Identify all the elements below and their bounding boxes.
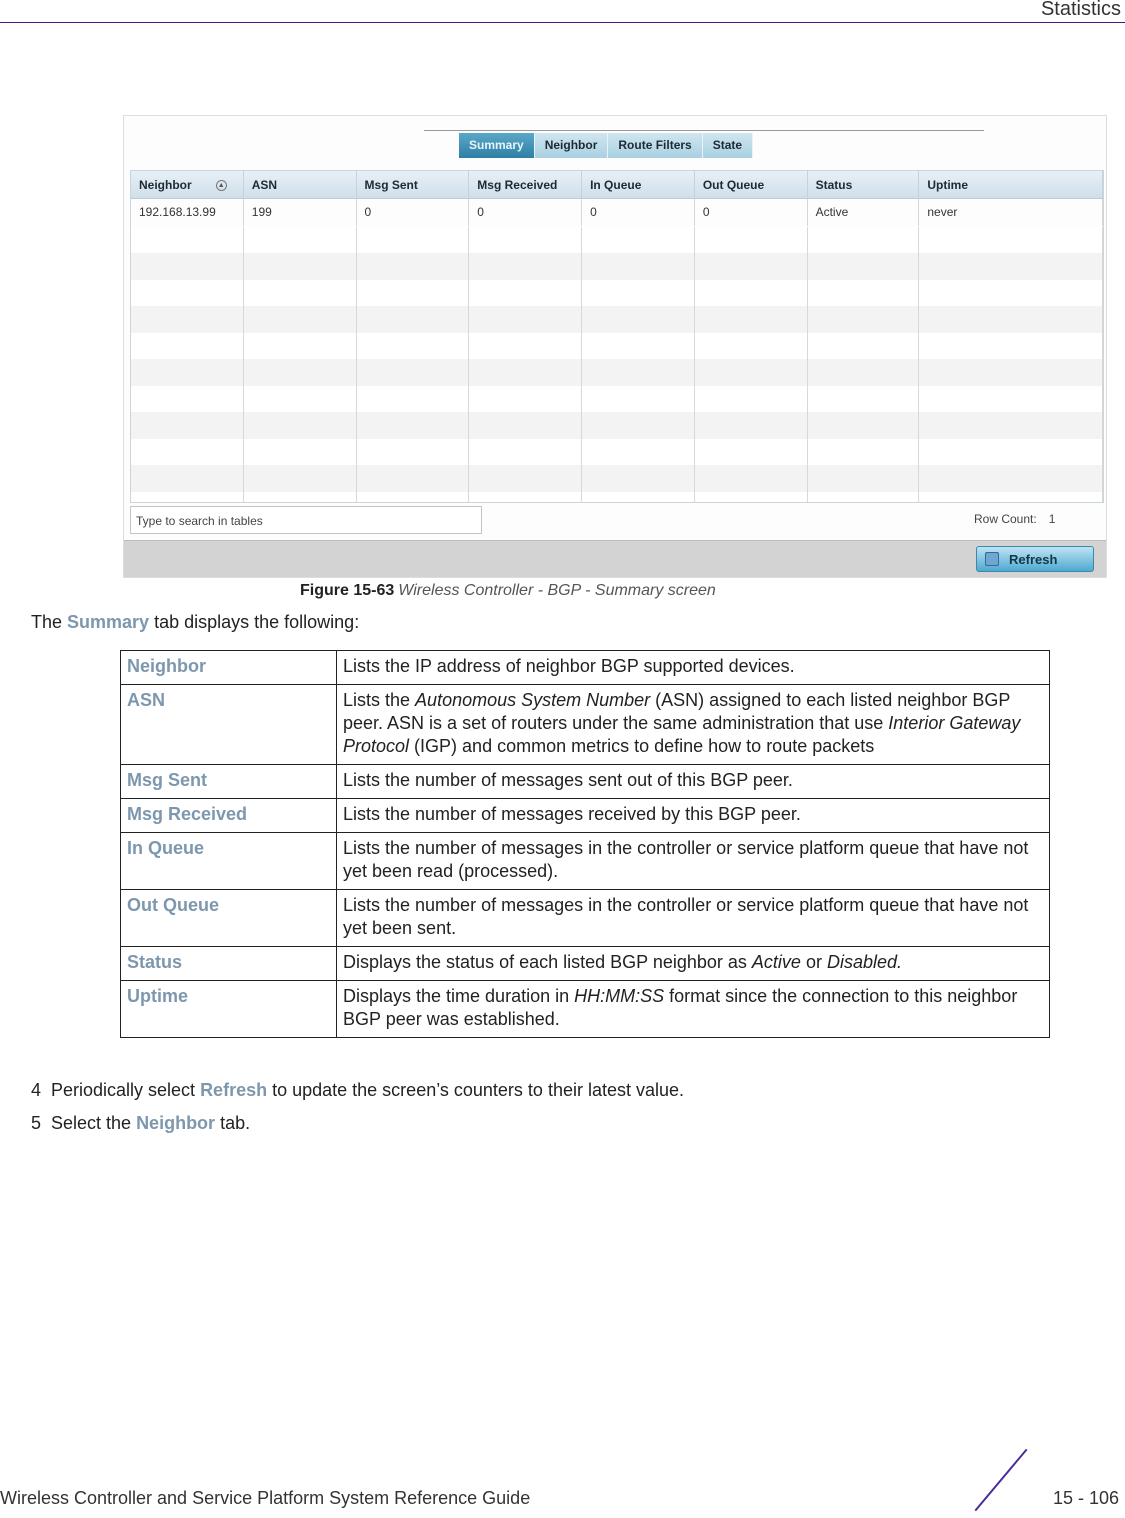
description-row: Status Displays the status of each liste… [120, 946, 1050, 981]
footer-slash-decoration [974, 1448, 1028, 1512]
description-row: Out Queue Lists the number of messages i… [120, 889, 1050, 947]
refresh-icon [985, 552, 999, 566]
summary-highlight: Summary [67, 612, 150, 632]
column-header-msg-received[interactable]: Msg Received [469, 171, 583, 198]
table-body-background [131, 227, 1103, 502]
tab-state[interactable]: State [702, 133, 754, 158]
cell-uptime: never [919, 199, 1103, 226]
term: Out Queue [120, 889, 337, 947]
term: ASN [120, 684, 337, 765]
row-count-label: Row Count: [974, 512, 1037, 526]
definition: Lists the number of messages in the cont… [336, 832, 1050, 890]
tab-neighbor[interactable]: Neighbor [534, 133, 609, 158]
definition: Lists the number of messages in the cont… [336, 889, 1050, 947]
page-number: 15 - 106 [1052, 1488, 1119, 1508]
header-divider [0, 22, 1125, 23]
cell-neighbor: 192.168.13.99 [131, 199, 244, 226]
row-count-value: 1 [1048, 512, 1056, 526]
cell-out-queue: 0 [695, 199, 808, 226]
table-header: Neighbor ▲ ASN Msg Sent Msg Received In Q… [131, 171, 1103, 199]
column-header-msg-sent[interactable]: Msg Sent [357, 171, 470, 198]
screenshot-footer-bar: Refresh [124, 540, 1106, 577]
intro-paragraph: The Summary tab displays the following: [31, 612, 360, 632]
description-row: In Queue Lists the number of messages in… [120, 832, 1050, 890]
column-header-in-queue[interactable]: In Queue [582, 171, 695, 198]
term: Status [120, 946, 337, 981]
figure-number: Figure 15-63 [300, 582, 395, 599]
screenshot-divider [424, 130, 984, 131]
definition: Lists the IP address of neighbor BGP sup… [336, 650, 1050, 685]
column-header-asn[interactable]: ASN [244, 171, 357, 198]
field-description-table: Neighbor Lists the IP address of neighbo… [120, 650, 1050, 1038]
term: Uptime [120, 980, 337, 1038]
term: In Queue [120, 832, 337, 890]
tab-bar: Summary Neighbor Route Filters State [459, 133, 754, 158]
neighbor-highlight: Neighbor [136, 1113, 216, 1133]
figure-caption: Figure 15-63 Wireless Controller - BGP - … [300, 582, 716, 600]
term: Msg Sent [120, 764, 337, 799]
cell-asn: 199 [244, 199, 357, 226]
table-row[interactable]: 192.168.13.99 199 0 0 0 0 Active never [131, 199, 1103, 226]
table-search-input[interactable]: Type to search in tables [130, 506, 482, 534]
bgp-summary-table: Neighbor ▲ ASN Msg Sent Msg Received In Q… [130, 170, 1104, 503]
description-row: ASN Lists the Autonomous System Number (… [120, 684, 1050, 765]
description-row: Neighbor Lists the IP address of neighbo… [120, 650, 1050, 685]
definition: Displays the status of each listed BGP n… [336, 946, 1050, 981]
procedure-steps: 4 Periodically select Refresh to update t… [31, 1080, 684, 1146]
tab-route-filters[interactable]: Route Filters [608, 133, 703, 158]
cell-msg-received: 0 [469, 199, 583, 226]
definition: Lists the number of messages received by… [336, 798, 1050, 833]
sort-ascending-icon[interactable]: ▲ [215, 180, 227, 192]
step-5: 5 Select the Neighbor tab. [31, 1113, 251, 1133]
description-row: Msg Sent Lists the number of messages se… [120, 764, 1050, 799]
description-row: Uptime Displays the time duration in HH:… [120, 980, 1050, 1038]
bgp-summary-screenshot: Summary Neighbor Route Filters State Nei… [123, 115, 1107, 578]
column-header-out-queue[interactable]: Out Queue [695, 171, 808, 198]
cell-msg-sent: 0 [357, 199, 470, 226]
page-header-title: Statistics [1040, 0, 1121, 20]
step-4: 4 Periodically select Refresh to update t… [31, 1080, 685, 1100]
refresh-highlight: Refresh [200, 1080, 268, 1100]
definition: Displays the time duration in HH:MM:SS f… [336, 980, 1050, 1038]
cell-in-queue: 0 [582, 199, 695, 226]
guide-title: Wireless Controller and Service Platform… [0, 1488, 531, 1508]
row-count: Row Count: 1 [974, 512, 1055, 526]
column-header-status[interactable]: Status [808, 171, 920, 198]
term: Neighbor [120, 650, 337, 685]
refresh-button[interactable]: Refresh [976, 546, 1094, 572]
description-row: Msg Received Lists the number of message… [120, 798, 1050, 833]
column-header-uptime[interactable]: Uptime [919, 171, 1103, 198]
definition: Lists the Autonomous System Number (ASN)… [336, 684, 1050, 765]
figure-title: Wireless Controller - BGP - Summary scre… [398, 582, 716, 599]
column-header-neighbor[interactable]: Neighbor ▲ [131, 171, 244, 198]
tab-summary[interactable]: Summary [459, 133, 535, 158]
cell-status: Active [808, 199, 920, 226]
definition: Lists the number of messages sent out of… [336, 764, 1050, 799]
term: Msg Received [120, 798, 337, 833]
